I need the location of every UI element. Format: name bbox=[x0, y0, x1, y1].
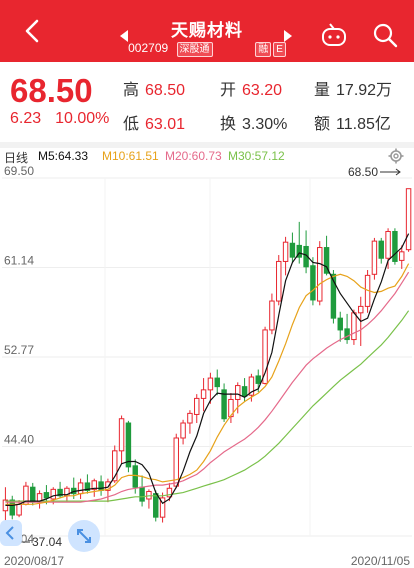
kline-chart-area[interactable]: 69.5061.1452.7744.4068.5037.0436.04 bbox=[0, 164, 414, 549]
candle-body bbox=[139, 486, 145, 502]
stock-code: 002709 bbox=[128, 41, 169, 55]
y-tick-label: 61.14 bbox=[4, 253, 34, 267]
candle-body bbox=[344, 328, 350, 341]
candle-body bbox=[358, 305, 364, 314]
ma10-line bbox=[5, 263, 410, 505]
low-price-label: 37.04 bbox=[32, 535, 62, 546]
volume-value: 17.92万 bbox=[336, 82, 393, 99]
stock-name: 天赐材料 bbox=[171, 21, 243, 40]
left-arrow-icon bbox=[5, 526, 14, 540]
y-tick-label: 52.77 bbox=[4, 343, 34, 357]
tag-margin: 融 bbox=[255, 42, 272, 57]
low-label: 低 bbox=[123, 116, 140, 133]
candle-body bbox=[30, 486, 36, 503]
candle-body bbox=[200, 389, 207, 399]
high-price-label: 68.50 bbox=[348, 166, 378, 179]
open-value: 63.20 bbox=[242, 82, 283, 99]
candle-body bbox=[125, 422, 132, 468]
candle-body bbox=[50, 488, 56, 500]
volume-cell: 量 17.92万 bbox=[314, 76, 392, 100]
candle-body bbox=[43, 492, 50, 499]
kline-chart[interactable]: 69.5061.1452.7744.4068.5037.0436.04 bbox=[0, 164, 414, 549]
volume-label: 量 bbox=[314, 82, 331, 99]
stock-sub: 002709 深股通 融E bbox=[0, 41, 414, 57]
ma5-line bbox=[5, 233, 410, 506]
candle-body bbox=[317, 247, 323, 302]
candle-body bbox=[405, 188, 412, 251]
ma20-line bbox=[5, 271, 410, 503]
high-value: 68.50 bbox=[145, 82, 186, 99]
candle-body bbox=[255, 375, 261, 384]
candle-body bbox=[187, 412, 193, 424]
candle-body bbox=[77, 482, 84, 495]
fullscreen-button[interactable] bbox=[68, 520, 100, 552]
candle-body bbox=[378, 240, 384, 259]
low-cell: 低 63.01 bbox=[123, 110, 185, 134]
turnover-label: 换 bbox=[220, 116, 237, 133]
robot-icon[interactable] bbox=[320, 22, 348, 48]
candle-body bbox=[194, 397, 200, 415]
candle-body bbox=[16, 503, 22, 516]
candle-body bbox=[241, 386, 248, 397]
tag-extra: E bbox=[273, 42, 286, 57]
change-row: 6.23 10.00% bbox=[10, 110, 123, 128]
amount-label: 额 bbox=[314, 116, 331, 133]
ma10-label: M10:61.51 bbox=[102, 149, 159, 163]
candle-body bbox=[214, 377, 220, 388]
search-icon[interactable] bbox=[372, 22, 398, 48]
candle-body bbox=[392, 230, 398, 262]
high-label: 高 bbox=[123, 82, 140, 99]
candle-body bbox=[235, 385, 241, 400]
candle-body bbox=[180, 422, 186, 439]
candle-body bbox=[310, 265, 316, 301]
change-percent: 10.00% bbox=[55, 110, 110, 127]
period-label[interactable]: 日线 bbox=[4, 149, 28, 166]
ma-legend: 日线 M5:64.33 M10:61.51 M20:60.73 M30:57.1… bbox=[0, 148, 414, 166]
last-price: 68.50 bbox=[10, 72, 93, 109]
candle-body bbox=[207, 377, 214, 391]
ma5-label: M5:64.33 bbox=[38, 149, 89, 163]
scroll-left-button[interactable] bbox=[0, 520, 22, 546]
high-cell: 高 68.50 bbox=[123, 76, 185, 100]
date-axis: 2020/08/17 2020/11/05 bbox=[0, 552, 414, 568]
candle-body bbox=[399, 251, 405, 261]
candle-body bbox=[269, 300, 275, 331]
ma30-label: M30:57.12 bbox=[228, 149, 285, 163]
candle-body bbox=[118, 418, 125, 452]
date-start: 2020/08/17 bbox=[4, 554, 65, 568]
candle-body bbox=[276, 260, 282, 302]
candle-body bbox=[385, 230, 391, 259]
turnover-cell: 换 3.30% bbox=[220, 110, 287, 134]
tag-connect: 深股通 bbox=[176, 42, 213, 57]
candle-body bbox=[153, 493, 159, 518]
ma20-label: M20:60.73 bbox=[165, 149, 222, 163]
candle-body bbox=[132, 465, 138, 488]
change-value: 6.23 bbox=[10, 110, 42, 127]
settings-gear-icon[interactable] bbox=[388, 148, 404, 164]
amount-value: 11.85亿 bbox=[336, 116, 391, 133]
turnover-value: 3.30% bbox=[242, 116, 288, 133]
y-tick-label: 69.50 bbox=[4, 166, 34, 178]
expand-icon bbox=[77, 529, 91, 543]
low-value: 63.01 bbox=[145, 116, 186, 133]
open-label: 开 bbox=[220, 82, 237, 99]
candle-body bbox=[371, 240, 378, 275]
candle-body bbox=[289, 242, 296, 258]
date-end: 2020/11/05 bbox=[350, 554, 410, 568]
header-bar: 天赐材料 002709 深股通 融E bbox=[0, 0, 414, 62]
candle-body bbox=[282, 241, 289, 262]
candle-body bbox=[351, 312, 357, 341]
open-cell: 开 63.20 bbox=[220, 76, 282, 100]
amount-cell: 额 11.85亿 bbox=[314, 110, 391, 134]
y-tick-label: 44.40 bbox=[4, 433, 34, 447]
candle-body bbox=[98, 481, 104, 491]
quote-panel: 68.50 6.23 10.00% 高 68.50 开 63.20 量 17.92万 低… bbox=[0, 62, 414, 144]
candle-body bbox=[337, 317, 343, 331]
